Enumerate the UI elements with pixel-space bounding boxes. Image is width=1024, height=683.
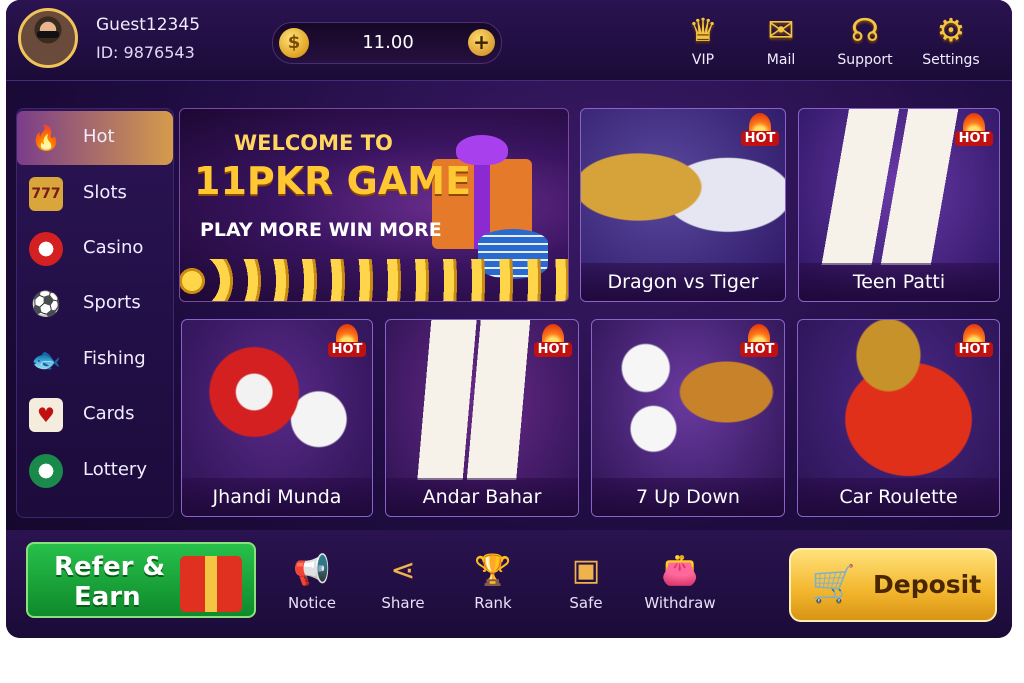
game-name: Car Roulette <box>798 478 999 516</box>
refer-earn-button[interactable]: Refer & Earn <box>26 542 256 618</box>
refer-label-line2: Earn <box>74 582 141 612</box>
hot-badge: HOT <box>534 324 572 362</box>
top-bar: Guest12345 ID: 9876543 $ 11.00 + ♛ VIP ✉… <box>6 0 1012 81</box>
crown-icon: ♛ <box>688 11 718 49</box>
deposit-button[interactable]: 🛒 Deposit <box>789 548 997 622</box>
megaphone-icon: 📢 <box>293 553 331 588</box>
settings-label: Settings <box>922 52 980 68</box>
sidebar-item-label: Slots <box>83 182 127 203</box>
game-tile-teen-patti[interactable]: HOT Teen Patti <box>798 108 1000 302</box>
category-sidebar: 🔥 Hot 777 Slots Casino ⚽ Sports 🐟 Fishin… <box>16 108 174 518</box>
hot-badge: HOT <box>328 324 366 362</box>
trophy-icon: 🏆 <box>474 553 512 588</box>
slot-machine-icon: 777 <box>29 177 63 211</box>
fire-icon: 🔥 <box>31 124 61 152</box>
app-window: Guest12345 ID: 9876543 $ 11.00 + ♛ VIP ✉… <box>6 0 1012 638</box>
gold-coins-icon <box>180 259 568 301</box>
mail-label: Mail <box>766 52 796 68</box>
hot-badge: HOT <box>955 113 993 151</box>
rupee-coin-icon: $ <box>279 28 309 58</box>
sidebar-item-sports[interactable]: ⚽ Sports <box>17 277 173 331</box>
game-tile-7-up-down[interactable]: HOT 7 Up Down <box>591 319 785 517</box>
rank-label: Rank <box>474 594 512 612</box>
user-id: ID: 9876543 <box>96 43 195 62</box>
game-name: Dragon vs Tiger <box>581 263 785 301</box>
settings-button[interactable]: ⚙ Settings <box>916 10 986 72</box>
safe-label: Safe <box>569 594 603 612</box>
game-name: Teen Patti <box>799 263 999 301</box>
hot-badge: HOT <box>955 324 993 362</box>
vip-button[interactable]: ♛ VIP <box>668 10 738 72</box>
banner-line1: WELCOME TO <box>234 131 393 155</box>
promo-banner[interactable]: WELCOME TO 11PKR GAME PLAY MORE WIN MORE <box>179 108 569 302</box>
sidebar-item-label: Fishing <box>83 348 146 369</box>
balance-value: 11.00 <box>362 32 414 53</box>
vip-label: VIP <box>691 52 715 68</box>
sidebar-item-label: Casino <box>83 237 144 258</box>
safe-icon: ▣ <box>571 553 601 588</box>
gear-icon: ⚙ <box>936 11 966 49</box>
sidebar-item-label: Cards <box>83 403 135 424</box>
gift-box-icon <box>180 556 242 612</box>
notice-button[interactable]: 📢 Notice <box>274 550 350 622</box>
game-name: Jhandi Munda <box>182 478 372 516</box>
withdraw-label: Withdraw <box>644 594 716 612</box>
user-info: Guest12345 ID: 9876543 <box>86 10 226 66</box>
game-tile-dragon-vs-tiger[interactable]: HOT Dragon vs Tiger <box>580 108 786 302</box>
headset-icon: ☊ <box>850 11 880 49</box>
safe-button[interactable]: ▣ Safe <box>548 550 624 622</box>
username: Guest12345 <box>96 15 201 35</box>
support-label: Support <box>837 52 893 68</box>
sidebar-item-cards[interactable]: ♥ Cards <box>17 388 173 442</box>
shopping-cart-icon: 🛒 <box>811 564 856 605</box>
game-tile-car-roulette[interactable]: HOT Car Roulette <box>797 319 1000 517</box>
add-balance-button[interactable]: + <box>468 29 495 56</box>
game-tile-jhandi-munda[interactable]: HOT Jhandi Munda <box>181 319 373 517</box>
lottery-ball-icon <box>29 454 63 488</box>
sidebar-item-casino[interactable]: Casino <box>17 222 173 276</box>
banner-title: 11PKR GAME <box>194 159 472 203</box>
game-tile-andar-bahar[interactable]: HOT Andar Bahar <box>385 319 579 517</box>
balance-box: $ 11.00 + <box>272 22 502 64</box>
refer-label-line1: Refer & <box>54 552 166 582</box>
mail-icon: ✉ <box>767 11 795 49</box>
soccer-ball-icon: ⚽ <box>31 290 61 318</box>
banner-tagline: PLAY MORE WIN MORE <box>200 219 442 241</box>
poker-chip-icon <box>29 232 63 266</box>
sidebar-item-slots[interactable]: 777 Slots <box>17 167 173 221</box>
wallet-icon: 👛 <box>661 553 699 588</box>
sidebar-item-label: Hot <box>83 126 115 147</box>
share-icon: ⋖ <box>390 553 416 588</box>
game-name: Andar Bahar <box>386 478 578 516</box>
bottom-bar: Refer & Earn 📢 Notice ⋖ Share 🏆 Rank ▣ S… <box>6 530 1012 638</box>
rank-button[interactable]: 🏆 Rank <box>455 550 531 622</box>
game-name: 7 Up Down <box>592 478 784 516</box>
avatar[interactable] <box>18 8 78 68</box>
notice-label: Notice <box>288 594 336 612</box>
sidebar-item-hot[interactable]: 🔥 Hot <box>17 111 173 165</box>
playing-cards-icon: ♥ <box>29 398 63 432</box>
withdraw-button[interactable]: 👛 Withdraw <box>642 550 718 622</box>
hot-badge: HOT <box>740 324 778 362</box>
share-button[interactable]: ⋖ Share <box>365 550 441 622</box>
sidebar-item-label: Sports <box>83 292 141 313</box>
sidebar-item-lottery[interactable]: Lottery <box>17 444 173 498</box>
deposit-label: Deposit <box>873 570 982 599</box>
fish-icon: 🐟 <box>31 346 61 374</box>
sidebar-item-fishing[interactable]: 🐟 Fishing <box>17 333 173 387</box>
mail-button[interactable]: ✉ Mail <box>746 10 816 72</box>
support-button[interactable]: ☊ Support <box>830 10 900 72</box>
hot-badge: HOT <box>741 113 779 151</box>
sidebar-item-label: Lottery <box>83 459 147 480</box>
share-label: Share <box>381 594 425 612</box>
